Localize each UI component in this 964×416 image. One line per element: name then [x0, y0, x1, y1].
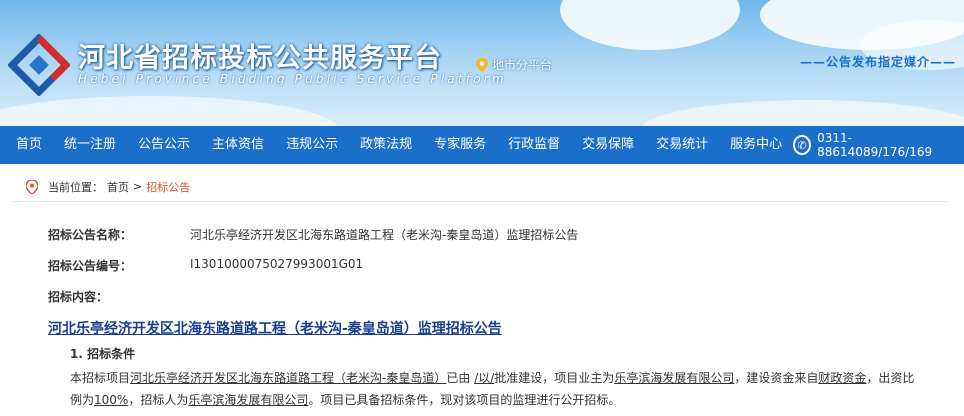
city-platform-label: 地市分平台 — [492, 58, 553, 72]
approver: /以/ — [474, 371, 495, 385]
tenderer: 乐亭滨海发展有限公司 — [188, 393, 309, 407]
body-text: 批准建设，项目业主为 — [494, 371, 615, 385]
funding-ratio: 100% — [94, 393, 129, 407]
cloud-decoration — [560, 0, 740, 50]
main-nav: 首页 统一注册 公告公示 主体资信 违规公示 政策法规 专家服务 行政监督 交易… — [0, 126, 964, 164]
body-text: 。项目已具备招标条件，现对该项目的监理进行公开招标。 — [308, 393, 621, 407]
breadcrumb-prefix: 当前位置： — [48, 180, 103, 194]
body-text: 已由 — [446, 371, 471, 385]
nav-item-announcements[interactable]: 公告公示 — [127, 126, 201, 164]
notice-code-label: 招标公告编号： — [48, 259, 133, 273]
nav-item-experts[interactable]: 专家服务 — [423, 126, 497, 164]
body-text: 本招标项目 — [70, 371, 131, 385]
notice-body: 本招标项目河北乐亭经济开发区北海东路道路工程（老米沟-秦皇岛道）已由 /以/批准… — [70, 367, 920, 411]
body-text: ，建设资金来自 — [734, 371, 819, 385]
cloud-decoration — [0, 96, 340, 126]
location-pin-icon — [476, 57, 488, 72]
phone-icon: ✆ — [793, 135, 812, 155]
project-owner: 乐亭滨海发展有限公司 — [614, 371, 735, 385]
notice-code-row: 招标公告编号： I1301000075027993001G01 — [48, 257, 363, 274]
notice-name-value: 河北乐亭经济开发区北海东路道路工程（老米沟-秦皇岛道）监理招标公告 — [190, 228, 579, 242]
site-title[interactable]: 河北省招标投标公共服务平台 — [78, 36, 442, 75]
notice-heading: 河北乐亭经济开发区北海东路道路工程（老米沟-秦皇岛道）监理招标公告 — [48, 321, 502, 337]
section-title: 1. 招标条件 — [70, 347, 136, 361]
city-platform-link[interactable]: 地市分平台 — [476, 56, 552, 73]
body-text: ，招标人为 — [128, 393, 189, 407]
breadcrumb-current[interactable]: 招标公告 — [146, 179, 190, 195]
notice-name-label: 招标公告名称： — [48, 228, 133, 242]
project-name: 河北乐亭经济开发区北海东路道路工程（老米沟-秦皇岛道） — [130, 371, 447, 385]
header-banner: 河北省招标投标公共服务平台 Hebei Province Bidding Pub… — [0, 0, 964, 126]
nav-item-statistics[interactable]: 交易统计 — [645, 126, 719, 164]
media-note[interactable]: ——公告发布指定媒介—— — [800, 53, 956, 70]
nav-item-home[interactable]: 首页 — [0, 126, 53, 164]
nav-item-violations[interactable]: 违规公示 — [275, 126, 349, 164]
site-subtitle: Hebei Province Bidding Public Service Pl… — [78, 72, 507, 86]
cloud-decoration — [640, 100, 964, 126]
breadcrumb-separator: > — [133, 180, 143, 193]
nav-item-supervision[interactable]: 行政监督 — [497, 126, 571, 164]
notice-code-value: I1301000075027993001G01 — [190, 257, 364, 271]
notice-name-row: 招标公告名称： 河北乐亭经济开发区北海东路道路工程（老米沟-秦皇岛道）监理招标公… — [48, 226, 578, 243]
hotline-number: 0311-88614089/176/169 — [817, 131, 933, 159]
hotline: ✆ 0311-88614089/176/169 — [793, 131, 964, 159]
nav-item-policies[interactable]: 政策法规 — [349, 126, 423, 164]
nav-item-guarantee[interactable]: 交易保障 — [571, 126, 645, 164]
nav-item-service[interactable]: 服务中心 — [719, 126, 793, 164]
fund-source: 财政资金 — [818, 371, 867, 385]
location-pin-icon — [26, 179, 38, 194]
breadcrumb-home-link[interactable]: 首页 — [107, 179, 129, 195]
nav-item-credit[interactable]: 主体资信 — [201, 126, 275, 164]
notice-content-row: 招标内容： — [48, 288, 190, 305]
logo-icon[interactable] — [8, 34, 70, 96]
breadcrumb: 当前位置： 首页 > 招标公告 — [12, 172, 948, 202]
nav-item-register[interactable]: 统一注册 — [53, 126, 127, 164]
notice-content-label: 招标内容： — [48, 290, 109, 304]
